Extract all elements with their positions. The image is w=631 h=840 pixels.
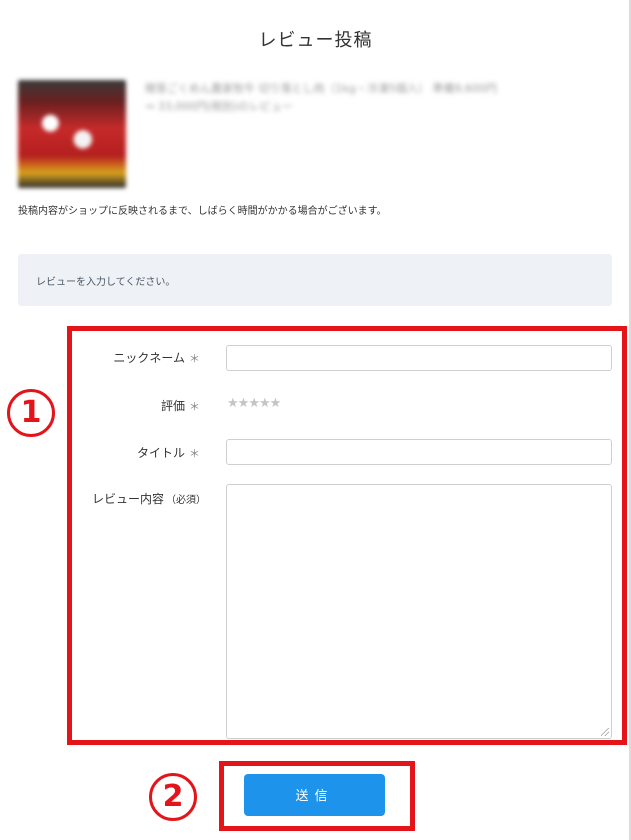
product-name: 贈答ごくめん農家牧牛 切り落とし肉（1kg・冷凍5個入） 準備9,600円 ⇒ … (145, 80, 615, 116)
annotation-number-1: 1 (7, 389, 55, 437)
review-prompt-text: レビューを入力してください。 (36, 277, 176, 288)
product-name-line2: ⇒ 33,000円(税別)のレビュー (145, 100, 293, 113)
page-title: レビュー投稿 (258, 30, 373, 51)
annotation-number-2: 2 (149, 773, 197, 821)
posting-notice: 投稿内容がショップに反映されるまで、しばらく時間がかかる場合がございます。 (18, 206, 387, 217)
product-image (18, 80, 126, 188)
annotation-box-form (67, 326, 627, 745)
annotation-box-submit (219, 761, 415, 831)
review-prompt-banner: レビューを入力してください。 (18, 254, 612, 306)
product-name-line1: 贈答ごくめん農家牧牛 切り落とし肉（1kg・冷凍5個入） 準備9,600円 (145, 82, 497, 95)
